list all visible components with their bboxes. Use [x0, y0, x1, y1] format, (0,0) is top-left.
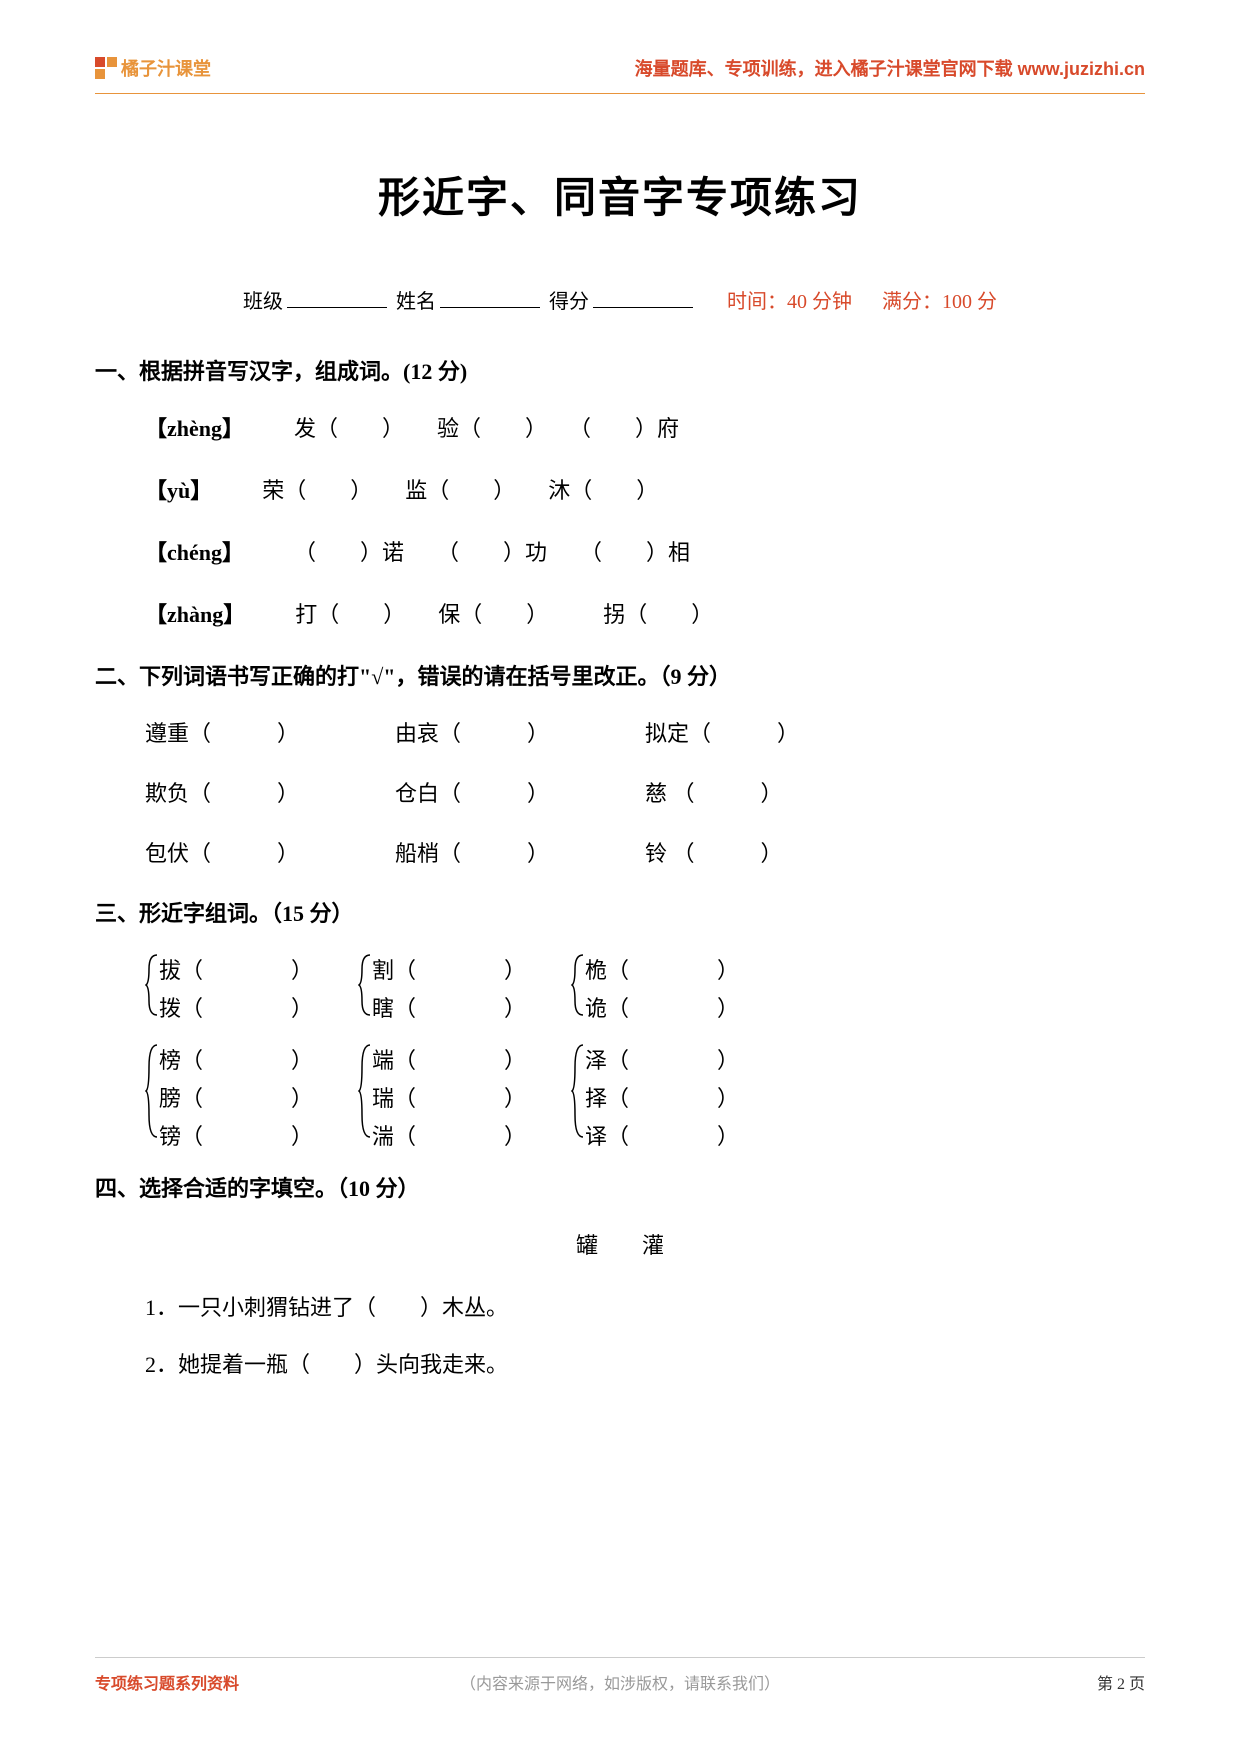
section2-title: 二、下列词语书写正确的打"√"，错误的请在括号里改正。（9 分） [95, 659, 1145, 691]
score-label: 得分 [549, 291, 589, 313]
pinyin-label: 【chéng】 [145, 540, 244, 565]
student-info-line: 班级 姓名 得分 时间：40 分钟 满分：100 分 [95, 285, 1145, 314]
page-header: 橘子汁课堂 海量题库、专项训练，进入橘子汁课堂官网下载 www.juzizhi.… [95, 55, 1145, 94]
left-brace-icon [145, 953, 159, 1017]
section4-title: 四、选择合适的字填空。（10 分） [95, 1171, 1145, 1203]
worksheet-title: 形近字、同音字专项练习 [95, 164, 1145, 225]
bracket-group: 端（ ） 瑞（ ） 湍（ ） [358, 1043, 526, 1151]
section2-item: 遵重（ ） [145, 716, 345, 748]
page-footer: 专项练习题系列资料 （内容来源于网络，如涉版权，请联系我们） 第 2 页 [95, 1657, 1145, 1694]
bracket-item: 桅（ ） [585, 953, 739, 985]
class-blank[interactable] [287, 307, 387, 308]
left-brace-icon [358, 953, 372, 1017]
pinyin-items: 打（ ） 保（ ） 拐（ ） [295, 602, 713, 627]
logo-area: 橘子汁课堂 [95, 55, 211, 81]
class-label: 班级 [243, 291, 283, 313]
logo-text: 橘子汁课堂 [121, 55, 211, 81]
section2-item: 仓白（ ） [395, 776, 595, 808]
footer-right: 第 2 页 [1097, 1670, 1145, 1694]
bracket-group: 泽（ ） 择（ ） 译（ ） [571, 1043, 739, 1151]
worksheet-page: 橘子汁课堂 海量题库、专项训练，进入橘子汁课堂官网下载 www.juzizhi.… [0, 0, 1240, 1754]
bracket-item: 择（ ） [585, 1081, 739, 1113]
bracket-item: 湍（ ） [372, 1119, 526, 1151]
section2-item: 铃 （ ） [645, 836, 845, 868]
time-label: 时间：40 分钟 [727, 291, 852, 313]
left-brace-icon [358, 1043, 372, 1139]
section3-row-1: 榜（ ） 膀（ ） 镑（ ） 端（ ） 瑞（ ） 湍（ ） 泽（ ） [145, 1043, 1145, 1151]
section2-item: 欺负（ ） [145, 776, 345, 808]
name-blank[interactable] [440, 307, 540, 308]
section2-item: 拟定（ ） [645, 716, 845, 748]
score-blank[interactable] [593, 307, 693, 308]
pinyin-items: 荣（ ） 监（ ） 沐（ ） [262, 478, 658, 503]
section3-row-0: 拔（ ） 拨（ ） 割（ ） 瞎（ ） 桅（ ） 诡（ ） [145, 953, 1145, 1023]
section1-row-0: 【zhèng】 发（ ） 验（ ） （ ）府 [145, 411, 1145, 443]
bracket-item: 拨（ ） [159, 991, 313, 1023]
name-label: 姓名 [396, 291, 436, 313]
bracket-item: 诡（ ） [585, 991, 739, 1023]
section3-container: 拔（ ） 拨（ ） 割（ ） 瞎（ ） 桅（ ） 诡（ ） [145, 953, 1145, 1151]
bracket-item: 译（ ） [585, 1119, 739, 1151]
bracket-group: 桅（ ） 诡（ ） [571, 953, 739, 1023]
bracket-group: 榜（ ） 膀（ ） 镑（ ） [145, 1043, 313, 1151]
left-brace-icon [571, 953, 585, 1017]
footer-center: （内容来源于网络，如涉版权，请联系我们） [460, 1670, 780, 1694]
section2-row-1: 欺负（ ） 仓白（ ） 慈 （ ） [145, 776, 1145, 808]
section2-row-2: 包伏（ ） 船梢（ ） 铃 （ ） [145, 836, 1145, 868]
section1-row-2: 【chéng】 （ ）诺 （ ）功 （ ）相 [145, 535, 1145, 567]
bracket-item: 榜（ ） [159, 1043, 313, 1075]
section2-item: 由哀（ ） [395, 716, 595, 748]
bracket-group: 拔（ ） 拨（ ） [145, 953, 313, 1023]
section3-title: 三、形近字组词。（15 分） [95, 896, 1145, 928]
section4-item-1: 2．她提着一瓶（ ）头向我走来。 [145, 1347, 1145, 1379]
section4-choices: 罐 灌 [95, 1228, 1145, 1260]
left-brace-icon [145, 1043, 159, 1139]
bracket-item: 瑞（ ） [372, 1081, 526, 1113]
pinyin-items: 发（ ） 验（ ） （ ）府 [294, 416, 679, 441]
logo-icon [95, 57, 117, 79]
pinyin-label: 【zhèng】 [145, 416, 244, 441]
bracket-item: 镑（ ） [159, 1119, 313, 1151]
pinyin-items: （ ）诺 （ ）功 （ ）相 [294, 540, 690, 565]
section4-item-0: 1．一只小刺猬钻进了（ ）木丛。 [145, 1290, 1145, 1322]
section1-title: 一、根据拼音写汉字，组成词。(12 分) [95, 354, 1145, 386]
bracket-item: 端（ ） [372, 1043, 526, 1075]
left-brace-icon [571, 1043, 585, 1139]
bracket-item: 割（ ） [372, 953, 526, 985]
bracket-item: 膀（ ） [159, 1081, 313, 1113]
section1-row-3: 【zhàng】 打（ ） 保（ ） 拐（ ） [145, 597, 1145, 629]
pinyin-label: 【yù】 [145, 478, 212, 503]
section2-item: 慈 （ ） [645, 776, 845, 808]
pinyin-label: 【zhàng】 [145, 602, 245, 627]
bracket-group: 割（ ） 瞎（ ） [358, 953, 526, 1023]
header-right-text: 海量题库、专项训练，进入橘子汁课堂官网下载 www.juzizhi.cn [635, 55, 1145, 81]
section1-row-1: 【yù】 荣（ ） 监（ ） 沐（ ） [145, 473, 1145, 505]
bracket-item: 拔（ ） [159, 953, 313, 985]
bracket-item: 泽（ ） [585, 1043, 739, 1075]
section2-item: 船梢（ ） [395, 836, 595, 868]
footer-left: 专项练习题系列资料 [95, 1670, 239, 1694]
section2-row-0: 遵重（ ） 由哀（ ） 拟定（ ） [145, 716, 1145, 748]
full-score-label: 满分：100 分 [882, 291, 997, 313]
section2-item: 包伏（ ） [145, 836, 345, 868]
bracket-item: 瞎（ ） [372, 991, 526, 1023]
